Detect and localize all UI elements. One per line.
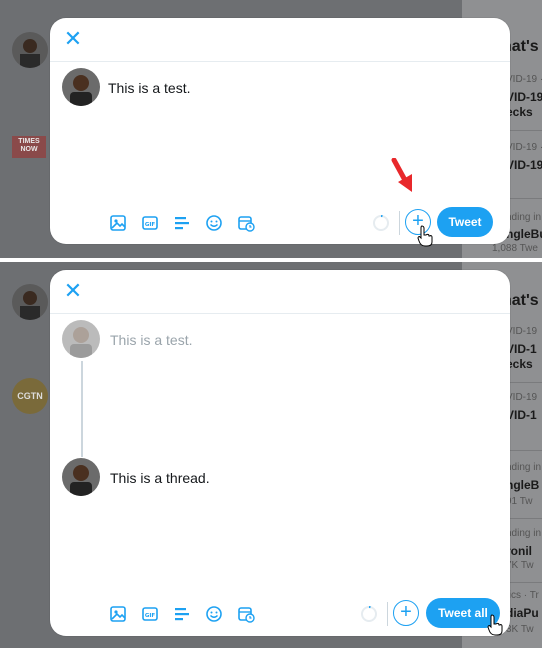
avatar xyxy=(62,320,100,358)
schedule-icon[interactable] xyxy=(236,604,256,624)
background-avatar xyxy=(12,284,48,320)
trend-title[interactable]: VID-19 xyxy=(506,158,542,172)
trend-title[interactable]: diaPu xyxy=(506,606,539,620)
tweet-button[interactable]: Tweet xyxy=(437,207,493,237)
composer-toolbar: GIF xyxy=(108,603,256,625)
character-count-ring xyxy=(373,215,389,231)
trend-title[interactable]: VID-1 xyxy=(506,408,537,422)
trend-title[interactable]: ecks xyxy=(506,357,533,371)
avatar xyxy=(62,458,100,496)
cgtn-logo: CGTN xyxy=(12,378,48,414)
bottom-screenshot-panel: CGTN hat's VID-19 VID-1 ecks VID-19 VID-… xyxy=(0,262,542,648)
tweet-text-input[interactable]: This is a test. xyxy=(108,80,190,96)
thread-connector-line xyxy=(81,361,83,457)
hand-cursor-icon xyxy=(417,225,433,247)
image-icon[interactable] xyxy=(108,213,128,233)
close-icon[interactable]: ✕ xyxy=(62,280,84,302)
second-tweet-text-input[interactable]: This is a thread. xyxy=(110,470,210,486)
first-tweet-text[interactable]: This is a test. xyxy=(110,332,192,348)
gif-icon[interactable]: GIF xyxy=(140,604,160,624)
poll-icon[interactable] xyxy=(172,213,192,233)
svg-text:GIF: GIF xyxy=(145,222,156,228)
compose-thread-modal: ✕ This is a test. This is a thread. GIF … xyxy=(50,270,510,636)
trend-meta: VID-19 xyxy=(506,392,538,403)
schedule-icon[interactable] xyxy=(236,213,256,233)
emoji-icon[interactable] xyxy=(204,213,224,233)
toolbar-separator xyxy=(387,602,388,626)
close-icon[interactable]: ✕ xyxy=(62,28,84,50)
image-icon[interactable] xyxy=(108,604,128,624)
hand-cursor-icon xyxy=(487,614,503,636)
trend-meta: VID-19 · xyxy=(506,142,542,153)
composer-toolbar: GIF xyxy=(108,212,256,234)
add-tweet-button[interactable]: + xyxy=(393,600,419,626)
modal-header: ✕ xyxy=(50,270,510,314)
trend-meta: 7K Tw xyxy=(506,560,534,571)
compose-tweet-modal: ✕ This is a test. GIF + Tweet xyxy=(50,18,510,244)
emoji-icon[interactable] xyxy=(204,604,224,624)
trend-meta: 1,088 Twe xyxy=(492,243,538,254)
trend-title[interactable]: VID-1 xyxy=(506,342,537,356)
trend-meta: 3K Tw xyxy=(506,624,534,635)
gif-icon[interactable]: GIF xyxy=(140,213,160,233)
toolbar-separator xyxy=(399,211,400,235)
trend-title[interactable]: ngleB xyxy=(506,478,539,492)
trend-meta: tics · Tr xyxy=(506,590,539,601)
trend-meta: VID-19 xyxy=(506,326,538,337)
svg-text:GIF: GIF xyxy=(145,613,156,619)
trend-meta: nding in xyxy=(506,212,542,223)
modal-header: ✕ xyxy=(50,18,510,62)
trend-title[interactable]: ngleBu xyxy=(506,227,542,241)
top-screenshot-panel: TIMES NOW hat's VID-19 · VID-19 ecks VID… xyxy=(0,0,542,258)
trend-meta: nding in xyxy=(506,528,542,539)
poll-icon[interactable] xyxy=(172,604,192,624)
trend-meta: nding in xyxy=(506,462,542,473)
character-count-ring xyxy=(361,606,377,622)
trend-meta: VID-19 · xyxy=(506,74,542,85)
red-arrow-icon xyxy=(391,158,412,192)
trend-title[interactable]: ecks xyxy=(506,105,533,119)
times-now-logo: TIMES NOW xyxy=(12,136,46,158)
avatar xyxy=(62,68,100,106)
trend-title[interactable]: VID-19 xyxy=(506,90,542,104)
background-avatar xyxy=(12,32,48,68)
